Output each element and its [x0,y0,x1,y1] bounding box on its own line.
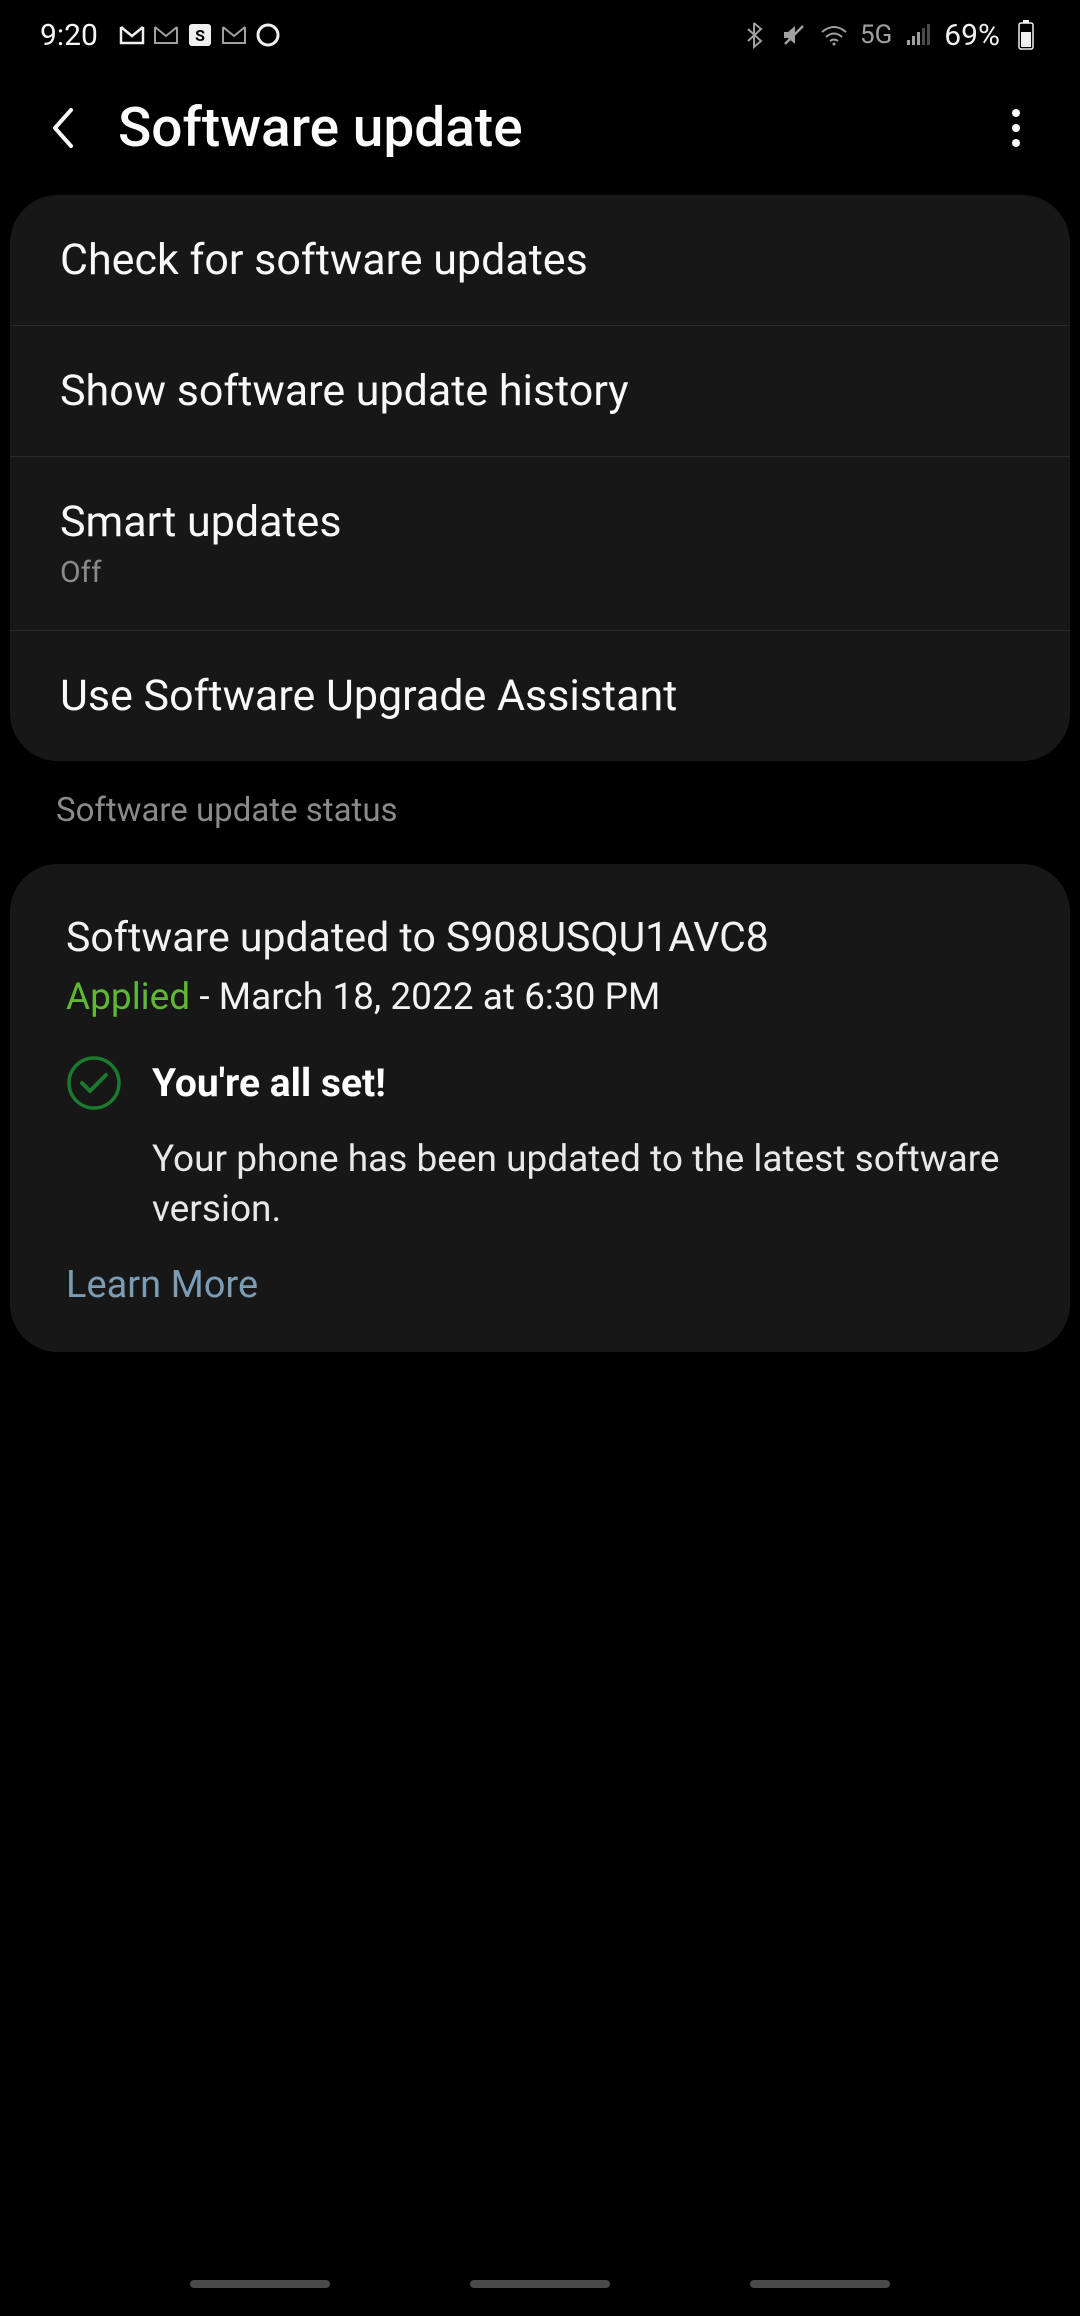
page-title: Software update [118,96,992,160]
back-button[interactable] [40,104,88,152]
check-updates-label: Check for software updates [60,235,1020,285]
svg-text:S: S [195,26,205,45]
status-detail: Your phone has been updated to the lates… [66,1135,1014,1235]
upgrade-assistant-label: Use Software Upgrade Assistant [60,671,1020,721]
check-updates-item[interactable]: Check for software updates [10,195,1070,326]
upgrade-assistant-item[interactable]: Use Software Upgrade Assistant [10,631,1070,761]
software-version: Software updated to S908USQU1AVC8 [66,914,1014,962]
all-set-row: You're all set! [66,1055,1014,1115]
applied-dash: - [190,976,219,1019]
settings-card: Check for software updates Show software… [10,195,1070,761]
status-card: Software updated to S908USQU1AVC8 Applie… [10,864,1070,1352]
wifi-icon [820,21,848,49]
network-type: 5G [860,20,892,50]
battery-percent: 69% [944,18,1000,53]
show-history-label: Show software update history [60,366,1020,416]
nav-back[interactable] [750,2280,890,2288]
status-bar: 9:20 S 5G [0,0,1080,70]
bluetooth-icon [740,21,768,49]
notification-icons: S [118,21,282,49]
mute-icon [780,21,808,49]
gesture-nav-bar [0,2280,1080,2288]
check-circle-icon [66,1055,122,1115]
status-right: 5G 69% [740,18,1040,53]
smart-updates-label: Smart updates [60,497,1020,547]
more-options-button[interactable] [992,104,1040,152]
samsung-app-icon: S [186,21,214,49]
all-set-text: You're all set! [152,1055,386,1111]
section-header: Software update status [0,761,1080,850]
circle-icon [254,21,282,49]
gmail-icon-2 [220,21,248,49]
chevron-left-icon [49,104,79,152]
gmail-icon [118,21,146,49]
smart-updates-status: Off [60,555,1020,590]
gmail-outline-icon [152,21,180,49]
applied-date: March 18, 2022 at 6:30 PM [219,976,661,1019]
nav-home[interactable] [470,2280,610,2288]
status-left: 9:20 S [40,18,282,53]
applied-label: Applied [66,976,190,1019]
show-history-item[interactable]: Show software update history [10,326,1070,457]
learn-more-link[interactable]: Learn More [66,1263,1014,1307]
battery-icon [1012,21,1040,49]
header: Software update [0,70,1080,185]
nav-recent[interactable] [190,2280,330,2288]
status-time: 9:20 [40,18,98,53]
applied-row: Applied - March 18, 2022 at 6:30 PM [66,976,1014,1019]
smart-updates-item[interactable]: Smart updates Off [10,457,1070,631]
signal-icon [904,21,932,49]
more-vert-icon [1011,108,1021,148]
